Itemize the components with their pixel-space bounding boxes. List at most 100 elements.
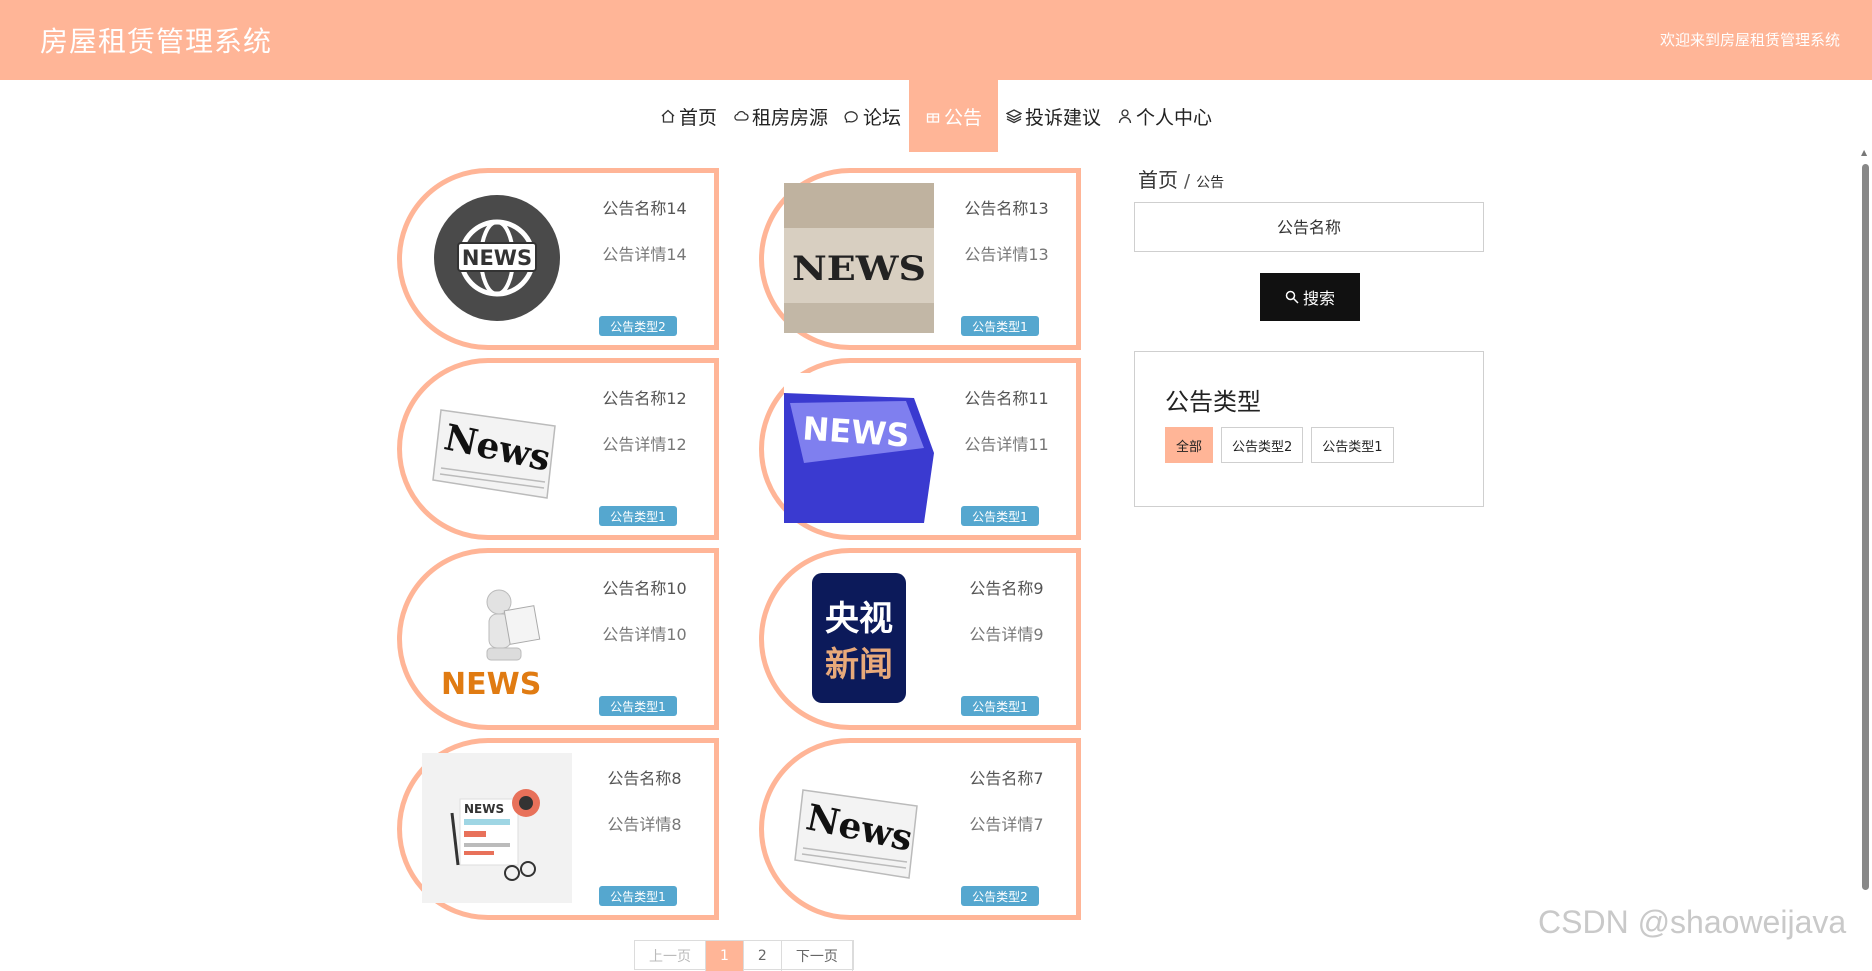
nav-item-announcements[interactable]: 公告 [909,80,999,152]
announcement-type-badge: 公告类型1 [599,506,677,526]
announcement-type-badge: 公告类型1 [961,316,1039,336]
announcement-card[interactable]: NEWS 公告名称10 公告详情10 公告类型1 [397,548,719,730]
announcement-type-badge: 公告类型1 [961,506,1039,526]
globe-news-image: NEWS [434,195,560,321]
nav-item-rentals[interactable]: 租房房源 [725,80,836,152]
layers-icon [1006,109,1023,124]
announcement-type-badge: 公告类型1 [961,696,1039,716]
newspaper-image: News [794,789,918,879]
announcement-thumbnail: NEWS [422,183,572,333]
scroll-up-icon[interactable]: ▲ [1861,148,1867,157]
breadcrumb-home[interactable]: 首页 [1138,164,1178,193]
type-filter-type2[interactable]: 公告类型2 [1221,427,1304,463]
gift-icon [926,113,940,123]
image-text: NEWS [801,409,910,454]
news-key-image: NEWS [784,373,934,523]
nav-label-rentals: 租房房源 [751,106,828,129]
nav-label-forum: 论坛 [862,106,901,129]
image-text: NEWS [792,249,926,289]
type-filter-title: 公告类型 [1165,388,1261,416]
page-number[interactable]: 1 [706,941,744,971]
site-title: 房屋租赁管理系统 [40,25,273,58]
nav-label-profile: 个人中心 [1136,106,1213,129]
announcement-thumbnail: NEWS [784,183,934,333]
type-filter-all[interactable]: 全部 [1165,427,1214,463]
announcement-card[interactable]: NEWS 公告名称13 公告详情13 公告类型1 [759,168,1081,350]
announcement-thumbnail: News [784,753,934,903]
cloud-icon [734,110,749,121]
image-text: NEWS [464,802,504,816]
announcement-name: 公告名称12 [602,389,687,408]
announcement-name: 公告名称11 [964,389,1049,408]
announcement-type-badge: 公告类型2 [961,886,1039,906]
search-input[interactable] [1134,202,1484,252]
news-flat-image: NEWS [422,753,572,903]
nav-item-complaints[interactable]: 投诉建议 [998,80,1109,152]
announcement-name: 公告名称9 [969,579,1044,598]
search-button-label: 搜索 [1302,291,1335,308]
image-text: 央视 [825,599,893,639]
page-number[interactable]: 2 [744,941,782,971]
announcement-detail: 公告详情13 [964,245,1049,264]
announcement-thumbnail: News [422,373,572,523]
announcement-detail: 公告详情8 [607,815,682,834]
announcement-type-badge: 公告类型1 [599,886,677,906]
type-filter-type1[interactable]: 公告类型1 [1311,427,1394,463]
chat-icon [844,111,858,123]
announcement-card[interactable]: NEWS 公告名称8 公告详情8 公告类型1 [397,738,719,920]
reader-figure-image: NEWS [441,589,541,702]
announcement-card[interactable]: NEWS 公告名称11 公告详情11 公告类型1 [759,358,1081,540]
announcement-type-badge: 公告类型2 [599,316,677,336]
breadcrumb: 首页 / 公告 [1138,164,1224,193]
watermark: CSDN @shaoweijava [1538,904,1847,940]
scrollbar[interactable]: ▲ [1858,148,1872,958]
image-text: 新闻 [825,645,893,685]
header-bar: 房屋租赁管理系统 欢迎来到房屋租赁管理系统 [0,0,1872,80]
announcement-name: 公告名称13 [964,199,1049,218]
announcement-card[interactable]: 央视 新闻 公告名称9 公告详情9 公告类型1 [759,548,1081,730]
announcement-name: 公告名称8 [607,769,682,788]
scrollbar-thumb[interactable] [1862,164,1869,890]
announcement-card[interactable]: NEWS 公告名称14 公告详情14 公告类型2 [397,168,719,350]
announcement-thumbnail: 央视 新闻 [784,563,934,713]
announcement-thumbnail: NEWS [422,753,572,903]
announcement-thumbnail: NEWS [784,373,934,523]
image-text: NEWS [462,246,532,270]
main-nav: 首页 租房房源 论坛 公告 投诉建议 个人中心 [0,80,1872,152]
next-page-button[interactable]: 下一页 [782,941,853,971]
news-cubes-image: NEWS [784,183,934,333]
breadcrumb-current: 公告 [1196,175,1225,191]
announcement-detail: 公告详情7 [969,815,1044,834]
announcement-thumbnail: NEWS [422,563,572,713]
breadcrumb-separator: / [1184,171,1191,192]
image-text: NEWS [441,667,541,702]
user-icon [1118,109,1132,124]
welcome-text: 欢迎来到房屋租赁管理系统 [1659,31,1840,49]
nav-label-announcements: 公告 [944,106,983,129]
nav-item-profile[interactable]: 个人中心 [1109,80,1220,152]
cctv-news-image: 央视 新闻 [812,573,906,703]
announcement-detail: 公告详情10 [602,625,687,644]
nav-item-home[interactable]: 首页 [652,80,725,152]
newspaper-image: News [432,409,556,499]
search-icon [1285,290,1299,304]
announcement-card[interactable]: News 公告名称7 公告详情7 公告类型2 [759,738,1081,920]
announcement-name: 公告名称10 [602,579,687,598]
announcement-card[interactable]: News 公告名称12 公告详情12 公告类型1 [397,358,719,540]
nav-label-home: 首页 [678,106,717,129]
announcement-detail: 公告详情11 [964,435,1049,454]
announcement-name: 公告名称14 [602,199,687,218]
pagination: 上一页 1 2 下一页 [634,940,854,971]
announcement-detail: 公告详情12 [602,435,687,454]
search-button[interactable]: 搜索 [1260,273,1360,321]
nav-label-complaints: 投诉建议 [1025,106,1102,129]
home-icon [661,109,675,123]
announcement-detail: 公告详情9 [969,625,1044,644]
announcement-grid: NEWS 公告名称14 公告详情14 公告类型2 NEWS 公告名称13 公告详… [397,168,1081,928]
announcement-detail: 公告详情14 [602,245,687,264]
nav-item-forum[interactable]: 论坛 [836,80,909,152]
prev-page-button[interactable]: 上一页 [635,941,706,971]
announcement-name: 公告名称7 [969,769,1044,788]
type-filter-panel: 公告类型 全部 公告类型2 公告类型1 [1134,351,1484,507]
announcement-type-badge: 公告类型1 [599,696,677,716]
